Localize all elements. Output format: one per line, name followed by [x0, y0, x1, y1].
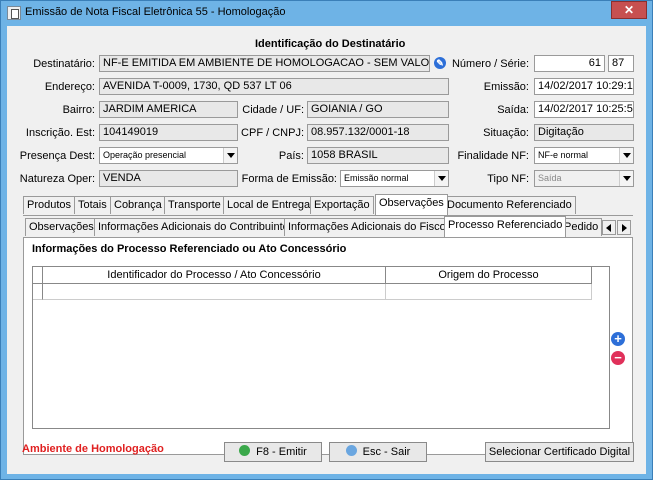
finalidade-select[interactable]: NF-e normal	[534, 147, 634, 164]
chevron-down-icon[interactable]	[619, 148, 633, 163]
chevron-right-icon	[622, 224, 627, 232]
sub-tabs: Observações Informações Adicionais do Co…	[25, 216, 633, 238]
edit-icon[interactable]: ✎	[434, 57, 446, 69]
bairro-field[interactable]: JARDIM AMERICA	[99, 101, 238, 118]
tab-sub-info-contribuinte[interactable]: Informações Adicionais do Contribuinte	[94, 218, 293, 236]
destinatario-field[interactable]: NF-E EMITIDA EM AMBIENTE DE HOMOLOGACAO …	[99, 55, 430, 72]
tab-scroll-left-button[interactable]	[602, 220, 616, 235]
tab-exportacao[interactable]: Exportação	[310, 196, 374, 214]
check-icon	[239, 445, 251, 456]
pais-field[interactable]: 1058 BRASIL	[307, 147, 449, 164]
cidade-uf-label: Cidade / UF:	[242, 104, 304, 116]
forma-emissao-label: Forma de Emissão:	[241, 173, 337, 185]
forma-emissao-value: Emissão normal	[344, 173, 409, 183]
emissao-label: Emissão:	[483, 81, 529, 93]
situacao-field[interactable]: Digitação	[534, 124, 634, 141]
bairro-label: Bairro:	[62, 104, 95, 116]
tab-scroll-right-button[interactable]	[617, 220, 631, 235]
tab-sub-observacoes[interactable]: Observações	[25, 218, 98, 236]
add-icon[interactable]: +	[611, 332, 625, 346]
pais-label: País:	[278, 150, 304, 162]
emitir-button[interactable]: F8 - Emitir	[224, 442, 322, 462]
saida-label: Saída:	[497, 104, 529, 116]
inscricao-field[interactable]: 104149019	[99, 124, 238, 141]
chevron-down-icon[interactable]	[434, 171, 448, 186]
row-indicator	[33, 284, 43, 300]
saida-field[interactable]: 14/02/2017 10:25:53	[534, 101, 634, 118]
sair-button[interactable]: Esc - Sair	[329, 442, 427, 462]
destinatario-label: Destinatário:	[33, 58, 95, 70]
tab-sub-processo-referenciado[interactable]: Processo Referenciado	[444, 216, 567, 237]
cpf-cnpj-label: CPF / CNPJ:	[241, 127, 304, 139]
natureza-field[interactable]: VENDA	[99, 170, 238, 187]
emissao-field[interactable]: 14/02/2017 10:29:16	[534, 78, 634, 95]
tab-observacoes[interactable]: Observações	[375, 194, 448, 215]
tab-local-entrega[interactable]: Local de Entrega	[223, 196, 315, 214]
section-title: Identificação do Destinatário	[255, 38, 406, 50]
situacao-label: Situação:	[483, 127, 529, 139]
numero-field[interactable]: 61	[534, 55, 605, 72]
processo-grid[interactable]: Identificador do Processo / Ato Concessó…	[32, 266, 610, 429]
window-title: Emissão de Nota Fiscal Eletrônica 55 - H…	[25, 6, 286, 18]
emitir-label: F8 - Emitir	[256, 446, 307, 458]
sair-label: Esc - Sair	[362, 446, 411, 458]
endereco-label: Endereço:	[44, 81, 95, 93]
numero-serie-label: Número / Série:	[451, 58, 529, 70]
remove-icon[interactable]: −	[611, 351, 625, 365]
client-area: Identificação do Destinatário Destinatár…	[7, 26, 646, 474]
main-window: Emissão de Nota Fiscal Eletrônica 55 - H…	[0, 0, 653, 480]
table-cell[interactable]	[386, 284, 592, 300]
main-tabs: Produtos Totais Cobrança Transporte Loca…	[23, 194, 633, 216]
presenca-label: Presença Dest:	[19, 150, 95, 162]
tipo-nf-label: Tipo NF:	[487, 173, 529, 185]
natureza-label: Natureza Oper:	[19, 173, 95, 185]
exit-icon	[345, 445, 357, 456]
grid-indicator-header	[33, 267, 43, 284]
tipo-nf-select[interactable]: Saída	[534, 170, 634, 187]
tab-cobranca[interactable]: Cobrança	[110, 196, 166, 214]
endereco-field[interactable]: AVENIDA T-0009, 1730, QD 537 LT 06	[99, 78, 449, 95]
column-header-identificador[interactable]: Identificador do Processo / Ato Concessó…	[43, 267, 386, 284]
tipo-nf-value: Saída	[538, 173, 562, 183]
presenca-value: Operação presencial	[103, 150, 187, 160]
panel-title: Informações do Processo Referenciado ou …	[32, 243, 347, 255]
chevron-down-icon[interactable]	[223, 148, 237, 163]
processo-panel: Informações do Processo Referenciado ou …	[23, 237, 633, 455]
finalidade-value: NF-e normal	[538, 150, 589, 160]
serie-field[interactable]: 87	[608, 55, 634, 72]
app-icon	[7, 6, 21, 20]
chevron-left-icon	[606, 224, 611, 232]
chevron-down-icon[interactable]	[619, 171, 633, 186]
tab-transporte[interactable]: Transporte	[164, 196, 225, 214]
finalidade-label: Finalidade NF:	[457, 150, 529, 162]
inscricao-label: Inscrição. Est:	[25, 127, 95, 139]
ambiente-label: Ambiente de Homologação	[22, 443, 164, 455]
column-header-origem[interactable]: Origem do Processo	[386, 267, 592, 284]
forma-emissao-select[interactable]: Emissão normal	[340, 170, 449, 187]
selecionar-certificado-button[interactable]: Selecionar Certificado Digital	[485, 442, 634, 462]
tab-documento-referenciado[interactable]: Documento Referenciado	[443, 196, 576, 214]
tab-produtos[interactable]: Produtos	[23, 196, 76, 214]
presenca-select[interactable]: Operação presencial	[99, 147, 238, 164]
close-button[interactable]: ✕	[611, 1, 647, 19]
cidade-uf-field[interactable]: GOIANIA / GO	[307, 101, 449, 118]
table-cell[interactable]	[43, 284, 386, 300]
tab-sub-info-fisco[interactable]: Informações Adicionais do Fisco	[284, 218, 450, 236]
tab-totais[interactable]: Totais	[74, 196, 111, 214]
title-bar[interactable]: Emissão de Nota Fiscal Eletrônica 55 - H…	[1, 1, 652, 25]
cpf-cnpj-field[interactable]: 08.957.132/0001-18	[307, 124, 449, 141]
